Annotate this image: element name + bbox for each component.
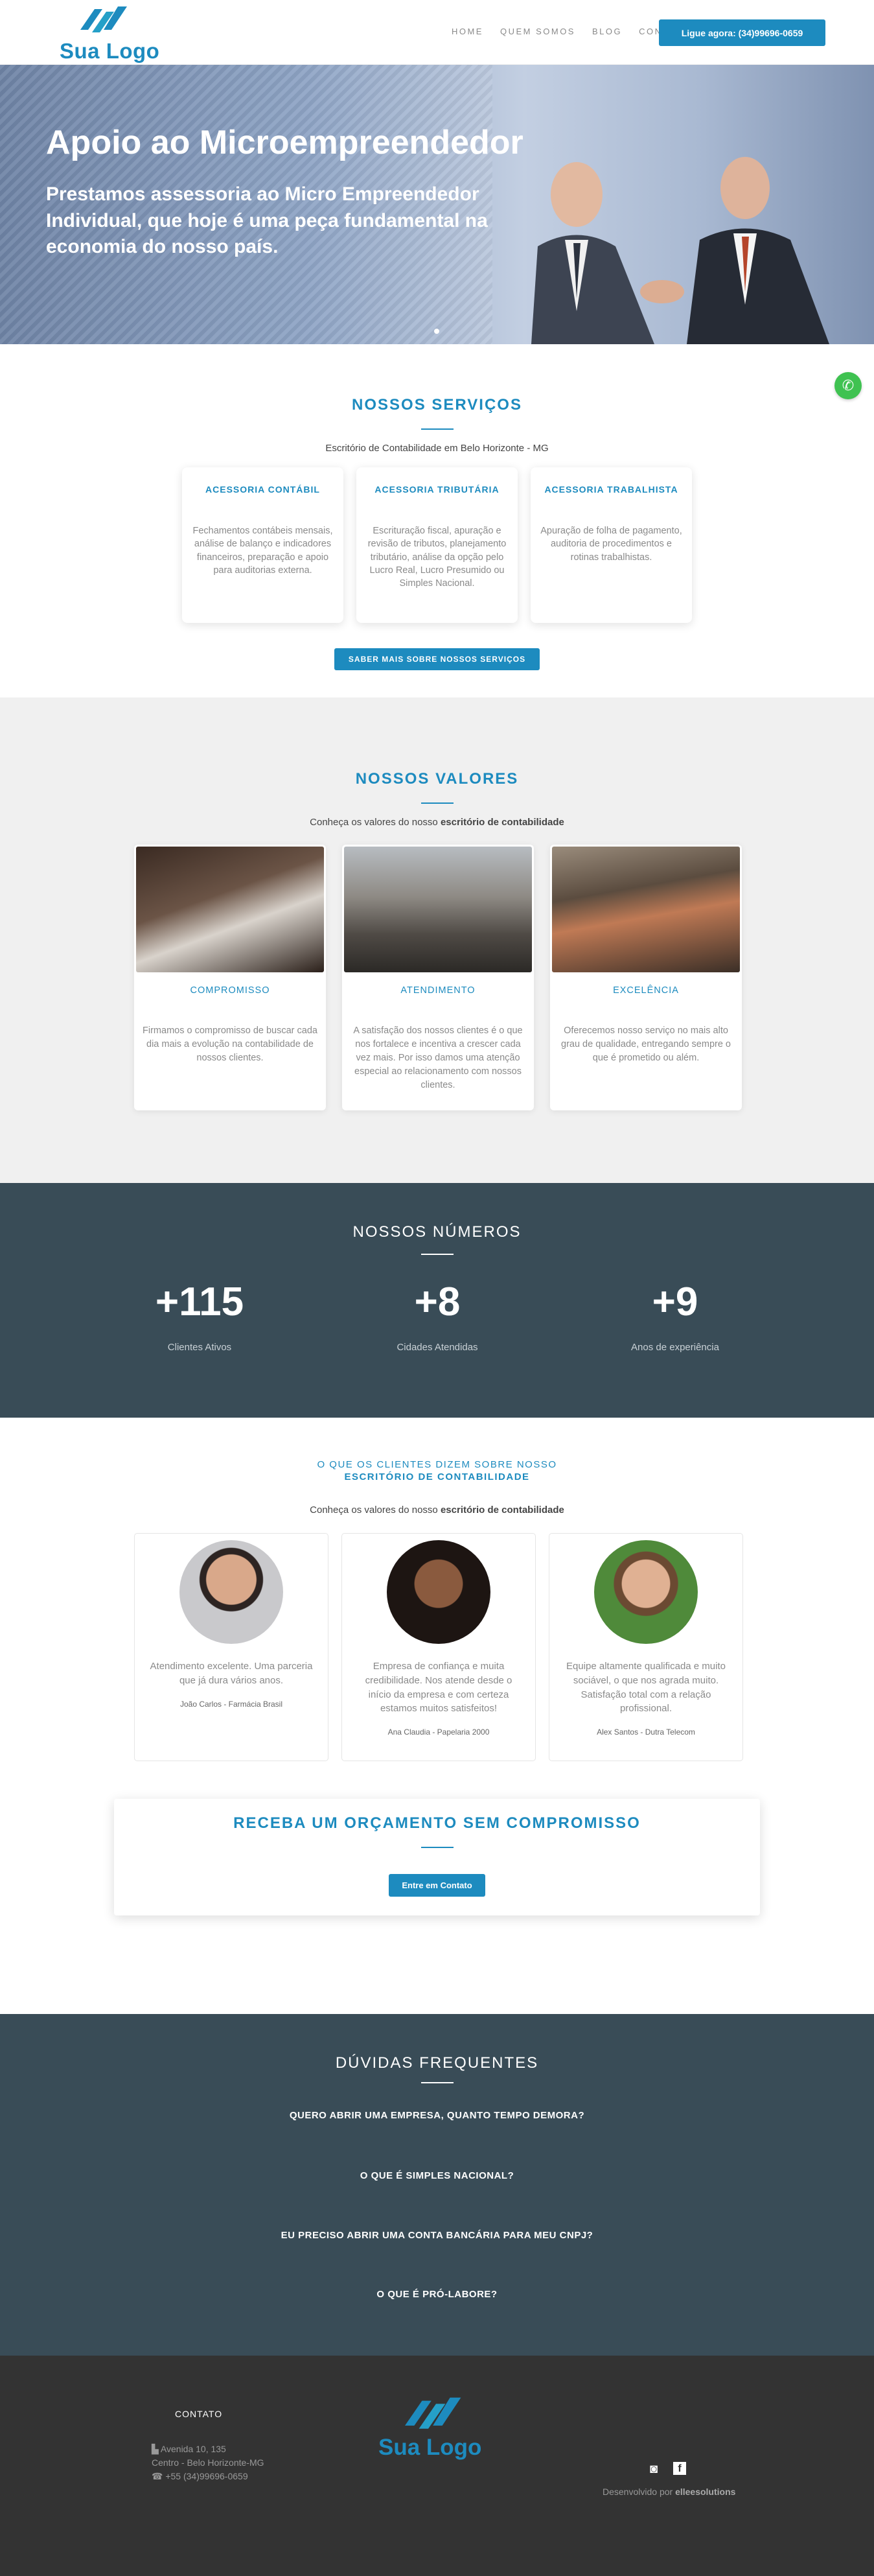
- testimonials-subtitle: Conheça os valores do nosso escritório d…: [310, 1505, 564, 1516]
- hero-handshake-image: [531, 157, 829, 344]
- faq-section: DÚVIDAS FREQUENTES QUERO ABRIR UMA EMPRE…: [0, 2014, 874, 2356]
- avatar: [387, 1540, 490, 1644]
- footer-contact-title: CONTATO: [175, 2409, 223, 2419]
- testimonial-text: Empresa de confiança e muita credibilida…: [365, 1661, 512, 1715]
- number-item: +115 Clientes Ativos: [102, 1279, 297, 1353]
- value-card-title: EXCELÊNCIA: [613, 985, 679, 996]
- service-card: ACESSORIA TRABALHISTA Apuração de folha …: [531, 467, 692, 623]
- value-card: EXCELÊNCIA Oferecemos nosso serviço no m…: [550, 845, 742, 1110]
- value-card-image: [344, 847, 532, 972]
- services-section: NOSSOS SERVIÇOS Escritório de Contabilid…: [0, 344, 874, 697]
- testimonial-author: João Carlos - Farmácia Brasil: [179, 1699, 283, 1709]
- quote-box: RECEBA UM ORÇAMENTO SEM COMPROMISSO Entr…: [114, 1799, 760, 1915]
- value-card-text: Firmamos o compromisso de buscar cada di…: [143, 1025, 317, 1064]
- avatar: [179, 1540, 283, 1644]
- title-underline: [420, 1847, 454, 1848]
- instagram-icon[interactable]: ◙: [650, 2462, 658, 2477]
- site-logo[interactable]: Sua Logo: [60, 3, 163, 63]
- service-cards: ACESSORIA CONTÁBIL Fechamentos contábeis…: [182, 467, 692, 623]
- avatar: [594, 1540, 698, 1644]
- testimonial-card: Empresa de confiança e muita credibilida…: [341, 1533, 536, 1761]
- nav-home[interactable]: HOME: [452, 27, 483, 36]
- hero-subtitle: Prestamos assessoria ao Micro Empreended…: [46, 183, 488, 257]
- nav-blog[interactable]: BLOG: [592, 27, 622, 36]
- number-label: Clientes Ativos: [167, 1342, 232, 1353]
- quote-title: RECEBA UM ORÇAMENTO SEM COMPROMISSO: [233, 1814, 641, 1832]
- title-underline: [421, 2082, 454, 2083]
- numbers-section: NOSSOS NÚMEROS +115 Clientes Ativos +8 C…: [0, 1183, 874, 1418]
- value-card-title: COMPROMISSO: [190, 985, 270, 996]
- service-card-text: Fechamentos contábeis mensais, análise d…: [192, 526, 333, 576]
- services-subtitle: Escritório de Contabilidade em Belo Hori…: [325, 443, 549, 454]
- service-card: ACESSORIA CONTÁBIL Fechamentos contábeis…: [182, 467, 343, 623]
- logo-mark-icon: [405, 2397, 461, 2429]
- service-card-text: Apuração de folha de pagamento, auditori…: [540, 526, 682, 563]
- testimonial-text: Equipe altamente qualificada e muito soc…: [566, 1661, 726, 1715]
- service-card-title: ACESSORIA TRABALHISTA: [544, 484, 678, 495]
- value-card-image: [552, 847, 740, 972]
- faq-title: DÚVIDAS FREQUENTES: [335, 2054, 539, 2072]
- testimonials-section: O QUE OS CLIENTES DIZEM SOBRE NOSSO ESCR…: [0, 1418, 874, 1915]
- number-label: Cidades Atendidas: [397, 1342, 478, 1353]
- number-item: +8 Cidades Atendidas: [340, 1279, 535, 1353]
- footer-logo[interactable]: Sua Logo: [378, 2395, 501, 2466]
- value-cards: COMPROMISSO Firmamos o compromisso de bu…: [134, 845, 742, 1110]
- logo-mark-icon: [80, 6, 127, 32]
- faq-question[interactable]: QUERO ABRIR UMA EMPRESA, QUANTO TEMPO DE…: [0, 2110, 874, 2121]
- nav-quem-somos[interactable]: QUEM SOMOS: [500, 27, 575, 36]
- value-card-text: A satisfação dos nossos clientes é o que…: [353, 1025, 523, 1091]
- hero-title: Apoio ao Microempreendedor: [46, 124, 523, 161]
- values-section: NOSSOS VALORES Conheça os valores do nos…: [0, 697, 874, 1183]
- value-card: COMPROMISSO Firmamos o compromisso de bu…: [134, 845, 326, 1110]
- logo-text: Sua Logo: [378, 2435, 482, 2460]
- value-card-text: Oferecemos nosso serviço no mais alto gr…: [561, 1025, 731, 1064]
- call-now-button[interactable]: Ligue agora: (34)99696-0659: [659, 19, 825, 46]
- testimonial-card: Equipe altamente qualificada e muito soc…: [549, 1533, 743, 1761]
- main-nav: HOME QUEM SOMOS BLOG CONTATO: [435, 27, 690, 36]
- faq-question[interactable]: O QUE É PRÓ-LABORE?: [0, 2289, 874, 2300]
- developer-credit: Desenvolvido por elleesolutions: [603, 2487, 736, 2497]
- site-header: Sua Logo HOME QUEM SOMOS BLOG CONTATO Li…: [0, 0, 874, 65]
- phone-icon: ☎: [152, 2471, 163, 2481]
- contact-button[interactable]: Entre em Contato: [389, 1874, 485, 1897]
- facebook-icon[interactable]: f: [673, 2462, 687, 2475]
- slider-dot[interactable]: [434, 329, 439, 334]
- logo-text: Sua Logo: [60, 39, 160, 63]
- social-icons: ◙ f: [650, 2462, 687, 2477]
- value-card-title: ATENDIMENTO: [400, 985, 476, 996]
- value-card: ATENDIMENTO A satisfação dos nossos clie…: [342, 845, 534, 1110]
- services-title: NOSSOS SERVIÇOS: [352, 396, 522, 414]
- values-subtitle: Conheça os valores do nosso escritório d…: [310, 817, 564, 828]
- value-card-image: [136, 847, 324, 972]
- faq-question[interactable]: EU PRECISO ABRIR UMA CONTA BANCÁRIA PARA…: [0, 2230, 874, 2241]
- testimonial-author: Ana Claudia - Papelaria 2000: [387, 1727, 490, 1737]
- title-underline: [420, 802, 454, 804]
- services-more-button[interactable]: SABER MAIS SOBRE NOSSOS SERVIÇOS: [334, 648, 540, 670]
- values-title: NOSSOS VALORES: [355, 770, 519, 788]
- footer-address: ▙ Avenida 10, 135 Centro - Belo Horizont…: [152, 2444, 264, 2481]
- numbers-title: NOSSOS NÚMEROS: [352, 1223, 522, 1241]
- service-card-title: ACESSORIA TRIBUTÁRIA: [374, 484, 500, 495]
- number-value: +9: [652, 1280, 698, 1324]
- hero-banner: Apoio ao Microempreendedor Prestamos ass…: [0, 65, 874, 344]
- testimonial-text: Atendimento excelente. Uma parceria que …: [150, 1661, 313, 1686]
- service-card: ACESSORIA TRIBUTÁRIA Escrituração fiscal…: [356, 467, 518, 623]
- number-label: Anos de experiência: [631, 1342, 719, 1353]
- faq-question[interactable]: O QUE É SIMPLES NACIONAL?: [0, 2170, 874, 2181]
- service-card-text: Escrituração fiscal, apuração e revisão …: [367, 526, 507, 589]
- testimonial-author: Alex Santos - Dutra Telecom: [597, 1727, 695, 1737]
- testimonial-card: Atendimento excelente. Uma parceria que …: [134, 1533, 328, 1761]
- number-value: +115: [155, 1280, 244, 1324]
- testimonials-kicker-bold: ESCRITÓRIO DE CONTABILIDADE: [344, 1471, 530, 1482]
- number-value: +8: [414, 1280, 461, 1324]
- number-item: +9 Anos de experiência: [578, 1279, 772, 1353]
- site-footer: CONTATO ▙ Avenida 10, 135 Centro - Belo …: [0, 2356, 874, 2576]
- title-underline: [420, 428, 454, 430]
- testimonials-kicker: O QUE OS CLIENTES DIZEM SOBRE NOSSO: [317, 1459, 557, 1470]
- service-card-title: ACESSORIA CONTÁBIL: [205, 484, 320, 495]
- testimonial-cards: Atendimento excelente. Uma parceria que …: [134, 1533, 743, 1761]
- building-icon: ▙: [152, 2444, 159, 2454]
- title-underline: [421, 1254, 454, 1255]
